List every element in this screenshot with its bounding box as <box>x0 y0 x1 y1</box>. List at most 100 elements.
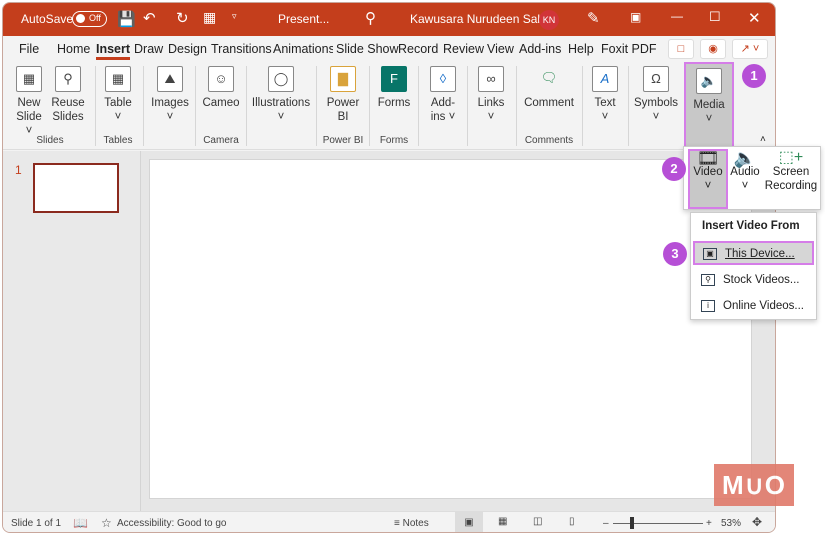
divider <box>316 66 317 146</box>
slide-sorter-button[interactable]: ▦ <box>498 516 507 527</box>
accessibility-status[interactable]: Accessibility: Good to go <box>117 518 227 529</box>
table-button[interactable]: ▦ Table ˅ <box>101 64 135 124</box>
slide-canvas[interactable] <box>149 159 752 499</box>
group-comments: Comments <box>524 135 574 146</box>
screen-recording-button[interactable]: ⬚+ Screen Recording <box>762 150 820 193</box>
minimize-icon[interactable]: — <box>671 9 683 23</box>
powerpoint-window: AutoSave Off 💾 ↶ ↻ ▦ ▿ Present... ⚲ Kawu… <box>2 2 776 533</box>
stock-video-icon: ⚲ <box>701 274 715 286</box>
forms-button[interactable]: F Forms <box>375 64 413 110</box>
divider <box>467 66 468 146</box>
tab-foxit-pdf[interactable]: Foxit PDF <box>601 42 657 56</box>
comment-button[interactable]: 🗨 Comment <box>521 64 577 110</box>
slide-counter: Slide 1 of 1 <box>11 518 62 529</box>
tab-home[interactable]: Home <box>57 42 90 56</box>
menu-item-online-videos[interactable]: i Online Videos... <box>693 295 814 319</box>
user-name[interactable]: Kawusara Nurudeen Salley <box>410 12 555 26</box>
divider <box>246 66 247 146</box>
cameo-button[interactable]: ☺ Cameo <box>200 64 242 110</box>
undo-icon[interactable]: ↶ <box>143 9 156 27</box>
symbols-button[interactable]: Ω Symbols ˅ <box>633 64 679 124</box>
autosave-toggle[interactable]: Off <box>72 11 107 27</box>
tab-design[interactable]: Design <box>168 42 207 56</box>
tab-record[interactable]: Record <box>398 42 438 56</box>
avatar[interactable]: KN <box>539 10 559 30</box>
zoom-slider[interactable] <box>613 523 703 524</box>
illustrations-button[interactable]: ◯ Illustrations ˅ <box>251 64 311 124</box>
zoom-out-button[interactable]: – <box>603 518 609 529</box>
links-button[interactable]: ∞ Links ˅ <box>473 64 509 124</box>
new-slide-button[interactable]: ▦ New Slide ˅ <box>13 64 45 138</box>
present-icon[interactable]: ▦ <box>203 9 216 26</box>
add-ins-button[interactable]: ◊ Add-ins ˅ <box>424 64 462 124</box>
tab-view[interactable]: View <box>487 42 514 56</box>
accessibility-icon[interactable]: ☆ <box>101 516 112 530</box>
tab-insert[interactable]: Insert <box>96 42 131 60</box>
reuse-slides-button[interactable]: ⚲ Reuse Slides <box>51 64 85 124</box>
reading-view-button[interactable]: ◫ <box>533 516 542 527</box>
menu-item-this-device[interactable]: ▣ This Device... <box>693 241 814 265</box>
group-slides: Slides <box>36 135 64 146</box>
power-bi-button[interactable]: ▇ Power BI <box>323 64 363 124</box>
step-2-badge: 2 <box>662 157 686 181</box>
comments-button[interactable]: □ <box>668 39 694 59</box>
slide-show-button[interactable]: ▯ <box>569 516 575 527</box>
autosave-label: AutoSave <box>21 12 74 26</box>
divider <box>143 66 144 146</box>
close-icon[interactable]: ✕ <box>748 9 761 27</box>
menu-header: Insert Video From <box>702 220 800 232</box>
tab-file[interactable]: File <box>19 42 39 56</box>
tab-slide-show[interactable]: Slide Show <box>336 42 399 56</box>
tab-help[interactable]: Help <box>568 42 594 56</box>
ribbon-tabs: File Home Insert Draw Design Transitions… <box>3 36 775 60</box>
slide-thumbnail[interactable] <box>33 163 119 213</box>
forms-icon: F <box>381 66 407 92</box>
text-button[interactable]: A Text ˅ <box>588 64 622 124</box>
tab-animations[interactable]: Animations <box>273 42 333 56</box>
media-button[interactable]: 🔈 Media ˅ <box>684 62 734 148</box>
film-icon: 🎞 <box>696 148 720 168</box>
video-button[interactable]: 🎞 Video ˅ <box>688 149 728 209</box>
normal-view-button[interactable]: ▣ <box>455 512 483 532</box>
record-button[interactable]: ◉ <box>700 39 726 59</box>
spelling-icon[interactable]: 📖 <box>73 516 88 530</box>
zoom-in-button[interactable]: + <box>706 518 712 529</box>
zoom-slider-thumb[interactable] <box>630 517 634 529</box>
redo-icon[interactable]: ↻ <box>176 9 189 27</box>
add-ins-icon: ◊ <box>430 66 456 92</box>
group-camera: Camera <box>203 135 239 146</box>
images-button[interactable]: ⛰ Images ˅ <box>149 64 191 124</box>
collapse-ribbon-icon[interactable]: ˄ <box>760 134 766 145</box>
step-3-badge: 3 <box>663 242 687 266</box>
designer-icon[interactable]: ✎ <box>587 9 600 27</box>
tab-add-ins[interactable]: Add-ins <box>519 42 561 56</box>
customize-qat-icon[interactable]: ▿ <box>232 11 237 22</box>
media-dropdown: 🎞 Video ˅ 🔈 Audio ˅ ⬚+ Screen Recording <box>683 146 821 210</box>
tab-review[interactable]: Review <box>443 42 484 56</box>
search-icon[interactable]: ⚲ <box>365 9 376 27</box>
ribbon-display-icon[interactable]: ▣ <box>630 10 641 24</box>
power-bi-icon: ▇ <box>330 66 356 92</box>
notes-button[interactable]: ≡ Notes <box>394 518 429 529</box>
tab-draw[interactable]: Draw <box>134 42 163 56</box>
image-icon: ⛰ <box>157 66 183 92</box>
ribbon: ▦ New Slide ˅ ⚲ Reuse Slides Slides ▦ Table… <box>3 60 775 150</box>
group-tables: Tables <box>103 135 133 146</box>
tab-transitions[interactable]: Transitions <box>211 42 272 56</box>
new-slide-icon: ▦ <box>16 66 42 92</box>
divider <box>195 66 196 146</box>
audio-button[interactable]: 🔈 Audio ˅ <box>730 149 760 193</box>
menu-item-stock-videos[interactable]: ⚲ Stock Videos... <box>693 269 814 293</box>
document-title[interactable]: Present... <box>278 12 329 26</box>
share-button[interactable]: ↗ ˅ <box>732 39 768 59</box>
maximize-icon[interactable]: ☐ <box>709 9 721 25</box>
zoom-level[interactable]: 53% <box>721 518 741 529</box>
comment-icon: 🗨 <box>540 70 558 85</box>
fit-to-window-icon[interactable]: ✥ <box>752 515 762 529</box>
group-power-bi: Power BI <box>322 135 364 146</box>
divider <box>582 66 583 146</box>
slide-editor <box>141 151 775 511</box>
status-bar: Slide 1 of 1 📖 ☆ Accessibility: Good to … <box>3 511 775 532</box>
slide-number: 1 <box>15 163 22 177</box>
save-icon[interactable]: 💾 <box>117 10 136 28</box>
